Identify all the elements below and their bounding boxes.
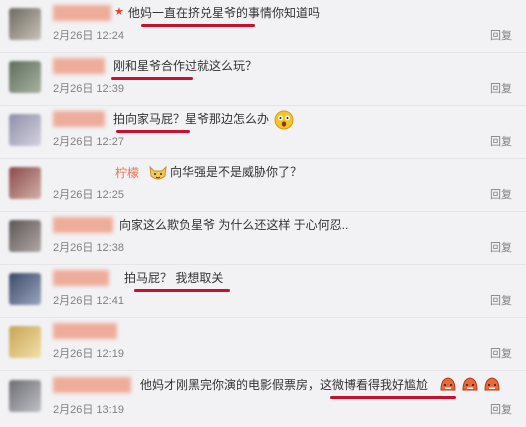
comment-text: 拍向家马屁？星爷那边怎么办 <box>113 112 270 126</box>
username[interactable] <box>53 377 131 393</box>
reply-button[interactable]: 回复 <box>490 345 512 361</box>
reply-button[interactable]: 回复 <box>490 239 512 255</box>
avatar[interactable] <box>9 380 41 412</box>
avatar[interactable] <box>9 167 41 199</box>
highlight-underline <box>116 130 190 133</box>
avatar[interactable] <box>9 220 41 252</box>
comment-time: 2月26日 12:25 <box>53 189 124 201</box>
embarrassed-face-emoji <box>440 377 456 391</box>
reply-button[interactable]: 回复 <box>490 27 512 43</box>
reply-button[interactable]: 回复 <box>490 133 512 149</box>
reply-button[interactable]: 回复 <box>490 186 512 202</box>
username[interactable] <box>53 58 105 74</box>
star-icon: ★ <box>114 6 124 18</box>
comment-time: 2月26日 12:38 <box>53 242 124 254</box>
reply-button[interactable]: 回复 <box>490 292 512 308</box>
comment-text: 拍马屁？ 我想取关 <box>124 271 224 285</box>
comment-item: 柠檬 向华强是不是威胁你了？ 2月26日 12:25 回复 <box>0 159 526 212</box>
username-text: 柠檬 <box>115 166 140 180</box>
comment-time: 2月26日 12:24 <box>53 30 124 42</box>
comment-time: 2月26日 12:41 <box>53 295 124 307</box>
avatar[interactable] <box>9 61 41 93</box>
comment-item: 向家这么欺负星爷 为什么还这样 于心何忍.. 2月26日 12:38 回复 <box>0 212 526 265</box>
comment-item: 2月26日 12:19 回复 <box>0 318 526 371</box>
comment-list: ★ 他妈一直在挤兑星爷的事情你知道吗 2月26日 12:24 回复 刚和星爷合作… <box>0 0 526 427</box>
username[interactable] <box>53 111 105 127</box>
comment-time: 2月26日 12:27 <box>53 136 124 148</box>
comment-time: 2月26日 13:19 <box>53 404 124 416</box>
cat-face-emoji <box>149 165 167 180</box>
comment-item: ★ 他妈一直在挤兑星爷的事情你知道吗 2月26日 12:24 回复 <box>0 0 526 53</box>
comment-item: 拍向家马屁？星爷那边怎么办 2月26日 12:27 回复 <box>0 106 526 159</box>
comment-time: 2月26日 12:39 <box>53 83 124 95</box>
highlight-underline <box>134 289 230 292</box>
comment-text: 他妈一直在挤兑星爷的事情你知道吗 <box>128 6 321 20</box>
embarrassed-face-emoji <box>484 377 500 391</box>
avatar[interactable] <box>9 8 41 40</box>
reply-button[interactable]: 回复 <box>490 401 512 417</box>
username[interactable] <box>53 270 109 286</box>
avatar[interactable] <box>9 114 41 146</box>
comment-text: 向家这么欺负星爷 为什么还这样 于心何忍.. <box>119 218 349 232</box>
avatar[interactable] <box>9 326 41 358</box>
avatar[interactable] <box>9 273 41 305</box>
username[interactable] <box>53 217 113 233</box>
highlight-underline <box>141 24 255 27</box>
comment-text: 刚和星爷合作过就这么玩？ <box>113 59 258 73</box>
comment-text: 他妈才刚黑完你演的电影假票房，这微博看得我好尴尬 <box>140 378 429 392</box>
comment-item: 他妈才刚黑完你演的电影假票房，这微博看得我好尴尬 2月26日 13:19 回复 <box>0 372 526 427</box>
comment-item: 拍马屁？ 我想取关 2月26日 12:41 回复 <box>0 265 526 318</box>
username[interactable] <box>53 323 117 339</box>
comment-item: 刚和星爷合作过就这么玩？ 2月26日 12:39 回复 <box>0 53 526 106</box>
username[interactable] <box>53 5 111 21</box>
highlight-underline <box>330 396 456 399</box>
comment-text: 向华强是不是威胁你了？ <box>170 165 303 179</box>
reply-button[interactable]: 回复 <box>490 80 512 96</box>
comment-time: 2月26日 12:19 <box>53 348 124 360</box>
shocked-face-emoji <box>274 110 294 130</box>
username[interactable]: 柠檬 <box>53 164 141 180</box>
embarrassed-face-emoji <box>462 377 478 391</box>
